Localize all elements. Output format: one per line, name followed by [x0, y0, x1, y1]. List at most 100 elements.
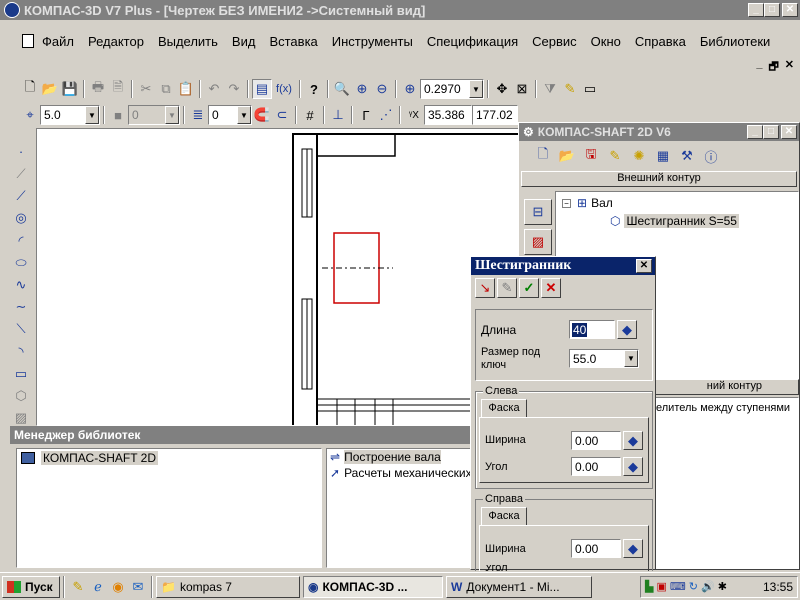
right-width-input[interactable]: 0.00 [571, 539, 621, 558]
length-input[interactable]: 40 [569, 320, 615, 339]
chevron-down-icon[interactable]: ▼ [85, 106, 99, 124]
menu-service[interactable]: Сервис [532, 34, 577, 49]
shaft-minimize-button[interactable]: _ [747, 125, 763, 139]
menu-libraries[interactable]: Библиотеки [700, 34, 770, 49]
quicklaunch-icon[interactable]: ✎ [68, 577, 88, 597]
left-width-input[interactable]: 0.00 [571, 431, 621, 450]
magnet-alt-icon[interactable]: ⊂ [272, 105, 292, 125]
new-icon[interactable]: 🗋 [533, 146, 553, 166]
ellipse-icon[interactable]: ⬭ [11, 253, 31, 272]
chevron-down-icon[interactable]: ▼ [165, 106, 179, 124]
cut-icon[interactable]: ✂ [136, 79, 156, 99]
chevron-down-icon[interactable]: ▼ [624, 350, 638, 367]
drawing-canvas[interactable] [36, 128, 520, 426]
point-icon[interactable]: · [11, 142, 31, 161]
chamfer-icon[interactable]: ⟍ [11, 320, 31, 339]
left-tab-chamfer[interactable]: Фаска [481, 399, 527, 417]
redo-icon[interactable]: ↷ [224, 79, 244, 99]
size-select[interactable]: 55.0 ▼ [569, 349, 639, 368]
snap-point-icon[interactable]: ⋰ [376, 105, 396, 125]
menu-select[interactable]: Выделить [158, 34, 218, 49]
menu-file[interactable]: Файл [42, 34, 74, 49]
new-file-icon[interactable]: 🗋 [20, 79, 40, 99]
list-item[interactable]: ⇌ Построение вала [327, 449, 477, 465]
tray-keyboard-icon[interactable]: ⌨ [670, 580, 686, 593]
zoom-out-icon[interactable]: ⊖ [372, 79, 392, 99]
step-external-icon[interactable]: ⊟ [524, 199, 552, 225]
library-item[interactable]: КОМПАС-SHAFT 2D [17, 449, 321, 467]
mdi-close-button[interactable]: ✕ [785, 58, 794, 77]
library-manager-title-bar[interactable]: Менеджер библиотек [10, 426, 480, 444]
grid-icon[interactable]: # [300, 105, 320, 125]
hatch-step-icon[interactable]: ▨ [524, 229, 552, 255]
menu-view[interactable]: Вид [232, 34, 256, 49]
highlight-icon[interactable]: ✎ [560, 79, 580, 99]
magnet-icon[interactable]: 🧲 [252, 105, 272, 125]
polyline-icon[interactable]: ∼ [11, 298, 31, 317]
main-title-bar[interactable]: КОМПАС-3D V7 Plus - [Чертеж БЕЗ ИМЕНИ2 -… [0, 0, 800, 20]
tray-volume-icon[interactable]: 🔊 [701, 580, 715, 593]
hex-title-bar[interactable]: Шестигранник ✕ [471, 257, 655, 275]
chevron-down-icon[interactable]: ▼ [469, 80, 483, 98]
formula-icon[interactable]: f(x) [272, 79, 296, 99]
arc-icon[interactable]: ◜ [11, 231, 31, 250]
menu-edit[interactable]: Редактор [88, 34, 144, 49]
zoom-scale-icon[interactable]: ⊕ [400, 79, 420, 99]
chevron-down-icon[interactable]: ▼ [237, 106, 251, 124]
tray-network-icon[interactable]: ▙ [645, 580, 653, 593]
tree-view-icon[interactable]: ▤ [252, 79, 272, 99]
pan-icon[interactable]: ✥ [492, 79, 512, 99]
save-icon[interactable]: 💾 [60, 79, 80, 99]
menu-window[interactable]: Окно [591, 34, 621, 49]
shaft-title-bar[interactable]: ⚙ КОМПАС-SHAFT 2D V6 _ □ ✕ [519, 123, 799, 141]
help-pointer-icon[interactable]: ? [304, 79, 324, 99]
polygon-icon[interactable]: ⬡ [11, 387, 31, 406]
paste-icon[interactable]: 📋 [176, 79, 196, 99]
shaft-maximize-button[interactable]: □ [763, 125, 779, 139]
browser-icon[interactable]: ℯ [88, 577, 108, 597]
mdi-minimize-button[interactable]: _ [756, 58, 762, 77]
style-icon[interactable]: ≣ [188, 105, 208, 125]
fillet-icon[interactable]: ◝ [11, 342, 31, 361]
fit-view-icon[interactable]: ⊠ [512, 79, 532, 99]
cancel-icon[interactable]: ✕ [541, 278, 561, 298]
filter-icon[interactable]: ⧩ [540, 79, 560, 99]
layer-field[interactable]: 0 ▼ [128, 105, 180, 125]
open-folder-icon[interactable]: 📂 [40, 79, 60, 99]
tools-icon[interactable]: ⚒ [677, 146, 697, 166]
start-button[interactable]: Пуск [2, 575, 60, 598]
tree-root[interactable]: − ⊞ Вал [556, 192, 798, 210]
minimize-button[interactable]: _ [748, 3, 764, 17]
tray-shield-icon[interactable]: ▣ [656, 580, 666, 593]
right-width-pick-icon[interactable]: ◆ [623, 539, 643, 558]
taskbar-item-word[interactable]: W Документ1 - Mi... [446, 575, 592, 598]
calc-icon[interactable]: ▦ [653, 146, 673, 166]
edit-icon[interactable]: ✎ [605, 146, 625, 166]
hex-close-button[interactable]: ✕ [636, 259, 652, 273]
maximize-button[interactable]: □ [764, 3, 780, 17]
print-icon[interactable]: 🖶 [88, 79, 108, 99]
settings-icon[interactable]: ✺ [629, 146, 649, 166]
snap-step-icon[interactable]: ⌖ [20, 105, 40, 125]
circle-icon[interactable]: ◎ [11, 209, 31, 228]
mdi-restore-button[interactable]: 🗗 [768, 58, 778, 77]
menu-help[interactable]: Справка [635, 34, 686, 49]
display-icon[interactable]: ▭ [580, 79, 600, 99]
style-field[interactable]: 0 ▼ [208, 105, 252, 125]
taskbar-item-kompas3d[interactable]: ◉ КОМПАС-3D ... [303, 575, 443, 598]
tree-child[interactable]: ⬡ Шестигранник S=55 [556, 210, 798, 228]
left-angle-input[interactable]: 0.00 [571, 457, 621, 476]
draw-icon[interactable]: ↘ [475, 278, 495, 298]
layer-icon[interactable]: ■ [108, 105, 128, 125]
right-tab-chamfer[interactable]: Фаска [481, 507, 527, 525]
print-preview-icon[interactable]: 🗎 [108, 79, 128, 99]
outlook-icon[interactable]: ✉ [128, 577, 148, 597]
open-icon[interactable]: 📂 [557, 146, 577, 166]
ok-check-icon[interactable]: ✓ [519, 278, 539, 298]
local-cs-icon[interactable]: Γ [356, 105, 376, 125]
length-pick-icon[interactable]: ◆ [617, 320, 637, 339]
shaft-close-button[interactable]: ✕ [781, 125, 797, 139]
ortho-icon[interactable]: ⊥ [328, 105, 348, 125]
zoom-field[interactable]: 0.2970 ▼ [420, 79, 484, 99]
aux-line-icon[interactable]: ⟋ [11, 164, 31, 183]
